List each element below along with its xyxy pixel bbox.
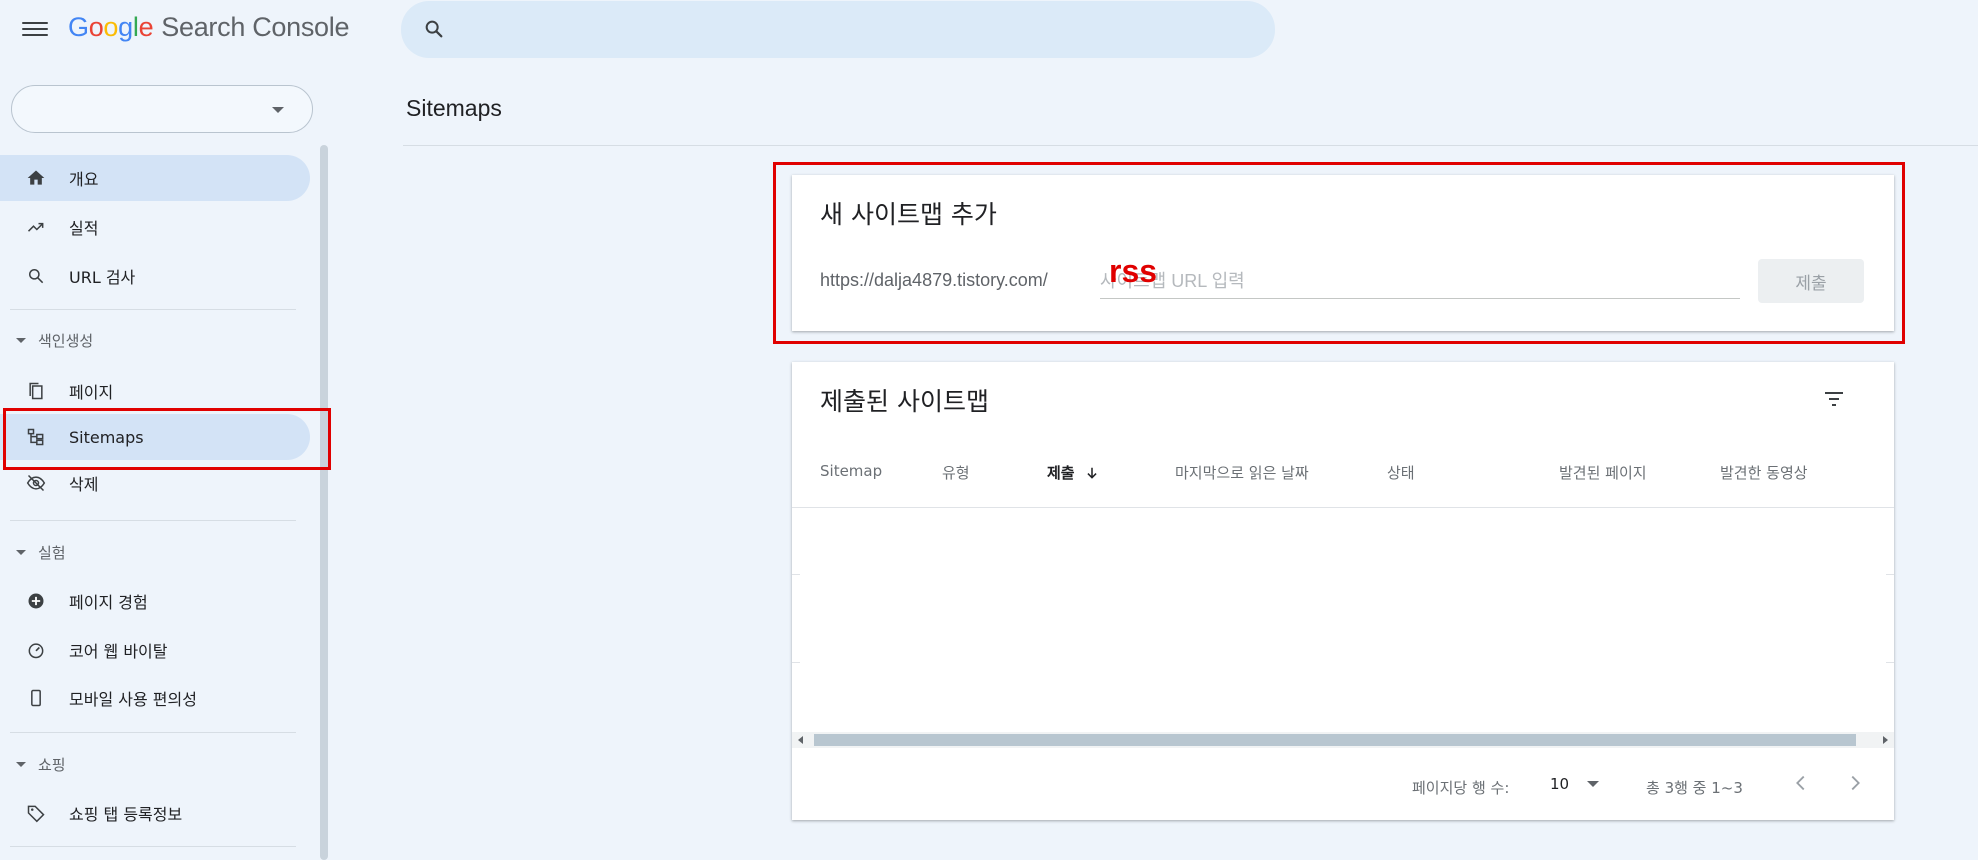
sidebar-item-label: 실적	[69, 219, 99, 238]
divider	[10, 846, 296, 847]
search-input[interactable]	[461, 13, 1251, 47]
card-title: 제출된 사이트맵	[820, 387, 989, 416]
main-menu-button[interactable]	[22, 19, 48, 41]
logo-letter: o	[88, 12, 104, 42]
search-icon	[425, 20, 443, 38]
row-separator	[1886, 662, 1894, 663]
logo-letter: g	[118, 12, 133, 42]
sidebar-item-overview[interactable]: 개요	[0, 155, 310, 201]
column-header-discovered-videos[interactable]: 발견한 동영상	[1720, 462, 1808, 483]
logo-letter: G	[68, 12, 89, 42]
column-header-type[interactable]: 유형	[942, 462, 970, 483]
scroll-left-icon[interactable]	[798, 736, 803, 744]
row-separator	[1886, 574, 1894, 575]
row-separator	[792, 662, 800, 663]
highlight-box-sitemaps	[3, 408, 331, 470]
divider	[403, 145, 1978, 146]
logo-letter: e	[138, 12, 154, 42]
sidebar-item-label: 페이지 경험	[69, 593, 148, 612]
arrow-down-icon	[1086, 467, 1097, 479]
sidebar-item-mobile-usability[interactable]: 모바일 사용 편의성	[0, 675, 310, 721]
divider	[10, 732, 296, 733]
sidebar-item-label: 삭제	[69, 475, 99, 494]
column-header-label: 제출	[1047, 464, 1075, 482]
property-selector[interactable]	[11, 85, 313, 133]
chevron-down-icon	[1587, 781, 1600, 787]
next-page-icon[interactable]	[1844, 772, 1866, 794]
column-header-last-read[interactable]: 마지막으로 읽은 날짜	[1175, 462, 1309, 483]
sidebar-item-label: 쇼핑 탭 등록정보	[69, 805, 183, 824]
scroll-right-icon[interactable]	[1883, 736, 1888, 744]
column-header-discovered-pages[interactable]: 발견된 페이지	[1559, 462, 1647, 483]
trending-up-icon	[27, 222, 44, 232]
sidebar-item-label: 코어 웹 바이탈	[69, 642, 168, 661]
sidebar-item-label: URL 검사	[69, 268, 136, 287]
sidebar-item-url-inspection[interactable]: URL 검사	[0, 253, 310, 299]
search-icon	[29, 269, 44, 284]
sidebar-item-core-web-vitals[interactable]: 코어 웹 바이탈	[0, 627, 310, 673]
caret-down-icon	[16, 762, 26, 767]
divider	[792, 507, 1894, 508]
section-shopping[interactable]: 쇼핑	[16, 754, 66, 775]
section-title: 색인생성	[38, 332, 94, 350]
row-separator	[792, 574, 800, 575]
submitted-sitemaps-card: 제출된 사이트맵 Sitemap 유형 제출 마지막으로 읽은 날짜 상태 발견…	[792, 362, 1894, 820]
section-title: 쇼핑	[38, 756, 66, 774]
pages-icon	[29, 382, 43, 400]
section-title: 실험	[38, 544, 66, 562]
sidebar-scrollbar[interactable]	[320, 145, 328, 860]
highlight-box-add-sitemap	[773, 162, 1905, 344]
filter-icon[interactable]	[1822, 387, 1846, 411]
add-circle-icon	[28, 593, 44, 609]
rows-per-page-value: 10	[1550, 775, 1570, 793]
scrollbar-thumb[interactable]	[814, 734, 1856, 746]
logo-letter: o	[103, 12, 119, 42]
caret-down-icon	[16, 550, 26, 555]
horizontal-scrollbar[interactable]	[792, 732, 1894, 748]
divider	[10, 309, 296, 310]
sidebar-item-performance[interactable]: 실적	[0, 204, 310, 250]
rows-per-page-select[interactable]: 10	[1550, 775, 1600, 793]
section-indexing[interactable]: 색인생성	[16, 330, 93, 351]
section-experiments[interactable]: 실험	[16, 542, 66, 563]
chevron-down-icon	[272, 107, 284, 113]
search-bar[interactable]	[401, 1, 1275, 58]
sidebar-item-page-experience[interactable]: 페이지 경험	[0, 578, 310, 624]
previous-page-icon[interactable]	[1790, 772, 1812, 794]
sidebar-item-label: 페이지	[69, 383, 114, 402]
column-header-submitted[interactable]: 제출	[1047, 462, 1099, 483]
rows-per-page-label: 페이지당 행 수:	[1412, 779, 1510, 797]
google-search-console-logo[interactable]: Google Search Console	[68, 12, 350, 43]
caret-down-icon	[16, 338, 26, 343]
visibility-off-icon	[26, 474, 46, 492]
product-name: Search Console	[161, 12, 350, 42]
sidebar-item-label: 모바일 사용 편의성	[69, 690, 197, 709]
page-title: Sitemaps	[406, 95, 502, 121]
tag-icon	[27, 805, 45, 823]
divider	[10, 520, 296, 521]
smartphone-icon	[31, 689, 41, 707]
home-icon	[27, 170, 45, 185]
pagination-range: 총 3행 중 1~3	[1646, 779, 1743, 797]
column-header-status[interactable]: 상태	[1387, 462, 1415, 483]
sidebar-item-label: 개요	[69, 170, 99, 189]
column-header-sitemap[interactable]: Sitemap	[820, 462, 882, 480]
sidebar-item-shopping-tab-listings[interactable]: 쇼핑 탭 등록정보	[0, 790, 310, 836]
speed-icon	[28, 643, 44, 659]
